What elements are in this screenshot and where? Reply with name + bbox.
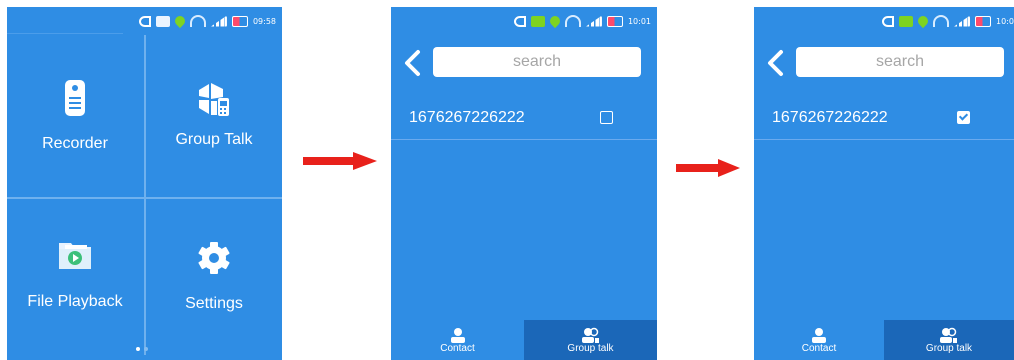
contact-select-screen: 10:01 search 1676267226222 Contact Group…	[391, 7, 657, 360]
recorder-icon	[65, 80, 85, 116]
status-time: 10:0	[996, 16, 1014, 26]
back-icon[interactable]	[401, 49, 423, 77]
tab-group-talk[interactable]: Group talk	[524, 320, 657, 360]
tab-contact[interactable]: Contact	[754, 320, 884, 360]
status-bar: 09:58	[7, 7, 282, 35]
bottom-nav: Contact Group talk	[754, 320, 1014, 360]
tab-group-talk-label: Group talk	[925, 342, 973, 354]
search-bar: search	[754, 41, 1014, 85]
search-input[interactable]: search	[433, 47, 641, 77]
contact-icon	[812, 327, 826, 343]
group-talk-tile[interactable]: Group Talk	[146, 81, 282, 149]
arrow-right-icon	[676, 159, 740, 177]
battery-icon	[975, 15, 992, 27]
tab-contact-label: Contact	[801, 342, 837, 354]
contact-row[interactable]: 1676267226222	[391, 97, 657, 140]
group-talk-icon	[199, 83, 229, 116]
home-screen: 09:58 Recorder Group Talk File Playback …	[7, 7, 282, 360]
tab-group-talk[interactable]: Group talk	[884, 320, 1014, 360]
contact-number: 1676267226222	[409, 109, 525, 126]
settings-icon	[198, 242, 230, 274]
signal-icon	[210, 15, 227, 27]
group-talk-label: Group Talk	[175, 131, 253, 148]
volume-icon	[513, 15, 526, 27]
battery-icon	[606, 15, 623, 27]
recorder-label: Recorder	[42, 135, 108, 152]
wifi-icon	[933, 15, 950, 27]
contact-icon	[450, 327, 465, 343]
status-time: 10:01	[627, 16, 651, 26]
file-playback-icon	[59, 243, 91, 269]
status-bar: 10:01	[391, 7, 657, 35]
search-bar: search	[391, 41, 657, 85]
bottom-nav: Contact Group talk	[391, 320, 657, 360]
contact-row[interactable]: 1676267226222	[754, 97, 1014, 140]
wifi-icon	[189, 15, 206, 27]
volume-icon	[138, 15, 151, 27]
contact-number: 1676267226222	[772, 109, 888, 126]
tab-group-talk-label: Group talk	[567, 342, 614, 354]
location-icon	[547, 13, 563, 29]
tab-contact-label: Contact	[440, 342, 475, 354]
battery-icon	[231, 15, 248, 27]
back-icon[interactable]	[764, 49, 786, 77]
recorder-tile[interactable]: Recorder	[7, 79, 143, 153]
contact-checkbox[interactable]	[600, 111, 613, 124]
settings-label: Settings	[185, 295, 243, 312]
volume-icon	[882, 15, 895, 27]
page-dot-active	[136, 347, 140, 351]
contact-checkbox-checked[interactable]	[957, 111, 970, 124]
group-icon	[581, 327, 599, 343]
location-icon	[172, 13, 188, 29]
signal-icon	[585, 15, 602, 27]
settings-tile[interactable]: Settings	[146, 241, 282, 313]
screen-icon	[899, 15, 914, 27]
contact-selected-screen: 10:0 search 1676267226222 Contact Group …	[754, 7, 1014, 360]
status-time: 09:58	[252, 16, 276, 26]
wifi-icon	[564, 15, 581, 27]
arrow-right-icon	[303, 152, 377, 170]
tab-contact[interactable]: Contact	[391, 320, 524, 360]
search-input[interactable]: search	[796, 47, 1004, 77]
screen-icon	[530, 15, 545, 27]
grid-divider-horizontal	[7, 197, 282, 199]
file-playback-tile[interactable]: File Playback	[7, 239, 143, 311]
status-bar: 10:0	[754, 7, 1014, 35]
file-playback-label: File Playback	[27, 293, 123, 310]
page-indicator	[136, 347, 148, 351]
location-icon	[915, 13, 931, 29]
screen-icon	[155, 15, 170, 27]
page-dot	[144, 347, 148, 351]
signal-icon	[954, 15, 971, 27]
group-icon	[940, 327, 957, 343]
